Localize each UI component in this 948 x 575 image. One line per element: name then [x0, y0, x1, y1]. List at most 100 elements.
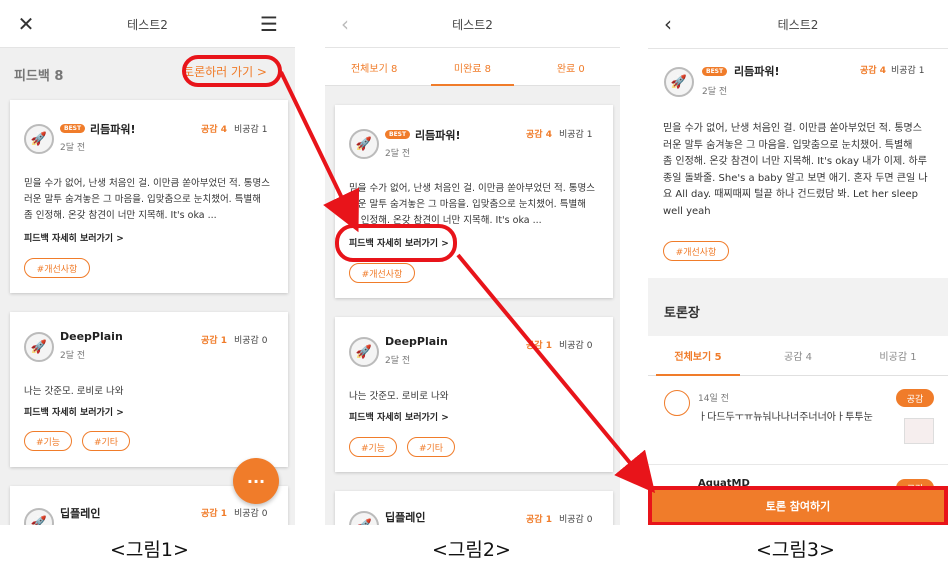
tag-chip[interactable]: #기타	[407, 437, 455, 457]
tag-chip[interactable]: #기능	[349, 437, 397, 457]
disagree-count: 비공감 0	[234, 336, 268, 346]
user-name: 리듬파워!	[90, 123, 136, 136]
tag-chip[interactable]: #기타	[82, 431, 130, 451]
post-body: 믿을 수가 없어, 난생 처음인 걸. 이만큼 쏟아부었던 적. 통명스 러운 …	[663, 121, 948, 220]
status-tabs: 전체보기 8 미완료 8 완료 0	[325, 48, 620, 86]
agree-count: 공감 1	[526, 515, 552, 525]
screen-1: ✕ 테스트2 ☰ 피드백 8 토론하러 가기 > 🚀 BEST 리듬파워! 2달…	[0, 0, 295, 525]
rocket-icon: 🚀	[349, 129, 379, 159]
highlight-go-debate	[182, 55, 282, 87]
best-badge: BEST	[385, 130, 411, 139]
caption-1: <그림1>	[110, 539, 189, 561]
body-line: 종일 돌봐줄. She's a baby 알고 보면 애기. 혼자 두면 큰일 …	[663, 172, 928, 184]
comment-time: 14일 전	[698, 394, 729, 404]
user-name: DeepPlain	[60, 330, 123, 343]
user-name: 리듬파워!	[734, 65, 780, 78]
screen-2: ‹ 테스트2 전체보기 8 미완료 8 완료 0 🚀 BEST 리듬파워! 2달…	[325, 0, 620, 525]
disagree-count: 비공감 1	[234, 125, 268, 135]
highlight-view-detail	[335, 224, 457, 262]
disagree-count: 비공감 0	[559, 341, 593, 351]
feedback-card[interactable]: 🚀 BEST 리듬파워! 2달 전 공감 4 비공감 1 믿을 수가 없어, 난…	[10, 100, 288, 293]
best-badge: BEST	[60, 124, 86, 133]
agree-count: 공감 4	[526, 130, 552, 140]
feedback-body: 나는 갓준모. 로비로 나와	[24, 384, 286, 400]
tab-all[interactable]: 전체보기 5	[648, 336, 748, 376]
feedback-body: 믿을 수가 없어, 난생 처음인 걸. 이만큼 쏟아부었던 적. 통명스 러운 …	[24, 176, 286, 224]
caption-2: <그림2>	[432, 539, 511, 561]
user-name: DeepPlain	[385, 335, 448, 348]
tab-incomplete[interactable]: 미완료 8	[423, 48, 521, 86]
body-line: 나는 갓준모. 로비로 나와	[24, 386, 124, 397]
body-line: 좀 인정해. 온갖 참견이 너만 지목해. It's oka ...	[24, 210, 217, 221]
rocket-icon: 🚀	[24, 508, 54, 525]
debate-title: 토론장	[664, 306, 700, 321]
thumbnail-image[interactable]	[904, 418, 934, 444]
page-title: 테스트2	[127, 18, 168, 32]
tag-chip[interactable]: #개선사항	[24, 258, 90, 278]
best-badge: BEST	[702, 67, 728, 76]
post-time: 2달 전	[385, 356, 411, 366]
feedback-card[interactable]: 🚀 DeepPlain 2달 전 공감 1 비공감 0 나는 갓준모. 로비로 …	[335, 317, 613, 472]
comment-text: ㅏ다드두ㅜㅠ뉴눠나나너주너너아ㅏ투투눈	[698, 412, 873, 423]
avatar	[664, 390, 690, 416]
chat-fab-button[interactable]: ···	[233, 458, 279, 504]
divider	[648, 48, 948, 49]
body-line: 좀 인정해. 온갖 참견이 너만 지목해. It's okay 내가 이제. 하…	[663, 156, 927, 167]
caption-3: <그림3>	[756, 539, 835, 561]
tag-chip[interactable]: #기능	[24, 431, 72, 451]
view-detail-link[interactable]: 피드백 자세히 보러가기 >	[24, 231, 124, 244]
view-detail-link[interactable]: 피드백 자세히 보러가기 >	[349, 410, 449, 423]
debate-header: 토론장	[648, 288, 948, 336]
user-name: 리듬파워!	[415, 129, 461, 142]
user-name: 딥플레인	[385, 511, 426, 524]
body-line: 러운 말투 숨겨놓은 그 마음을. 입맞춤으로 눈치챘어. 특별해	[24, 194, 261, 205]
feedback-card[interactable]: 🚀 DeepPlain 2달 전 공감 1 비공감 0 나는 갓준모. 로비로 …	[10, 312, 288, 467]
post-time: 2달 전	[60, 351, 86, 361]
menu-icon[interactable]: ☰	[257, 12, 281, 36]
feedback-count: 피드백 8	[14, 69, 64, 84]
body-line: 믿을 수가 없어, 난생 처음인 걸. 이만큼 쏟아부었던 적. 통명스	[349, 183, 595, 194]
rocket-icon: 🚀	[349, 337, 379, 367]
agree-count: 공감 1	[201, 509, 227, 519]
disagree-count: 비공감 1	[559, 130, 593, 140]
body-line: 러운 말투 숨겨놓은 그 마음을. 입맞춤으로 눈치챘어. 특별해	[349, 199, 586, 210]
disagree-count: 비공감 0	[234, 509, 268, 519]
post-time: 2달 전	[60, 143, 86, 153]
divider	[648, 464, 948, 465]
divider	[648, 278, 948, 288]
body-line: 믿을 수가 없어, 난생 처음인 걸. 이만큼 쏟아부었던 적. 통명스	[663, 123, 922, 134]
join-debate-button[interactable]: 토론 참여하기	[648, 486, 948, 525]
rocket-icon: 🚀	[24, 332, 54, 362]
tab-complete[interactable]: 완료 0	[522, 48, 620, 85]
tab-agree[interactable]: 공감 4	[748, 336, 848, 375]
body-line: well yeah	[663, 205, 711, 217]
rocket-icon: 🚀	[349, 511, 379, 525]
tab-disagree[interactable]: 비공감 1	[848, 336, 948, 375]
rocket-icon: 🚀	[664, 67, 694, 97]
view-detail-link[interactable]: 피드백 자세히 보러가기 >	[24, 405, 124, 418]
agree-badge: 공감	[896, 389, 934, 407]
feedback-card[interactable]: 🚀 BEST 리듬파워! 2달 전 공감 4 비공감 1 믿을 수가 없어, 난…	[335, 105, 613, 298]
tag-chip[interactable]: #개선사항	[663, 241, 729, 261]
feedback-body: 믿을 수가 없어, 난생 처음인 걸. 이만큼 쏟아부었던 적. 통명스 러운 …	[349, 181, 611, 229]
join-debate-label: 토론 참여하기	[765, 500, 831, 513]
agree-count: 공감 1	[526, 341, 552, 351]
post-time: 2달 전	[702, 87, 728, 97]
body-line: 나는 갓준모. 로비로 나와	[349, 391, 449, 402]
user-name: 딥플레인	[60, 507, 101, 520]
feedback-card[interactable]: 🚀 딥플레인 공감 1 비공감 0	[335, 491, 613, 525]
post-time: 2달 전	[385, 149, 411, 159]
screen-3: ‹ 테스트2 🚀 BEST 리듬파워! 2달 전 공감 4 비공감 1 믿을 수…	[648, 0, 948, 525]
top-bar: ‹ 테스트2	[648, 0, 948, 48]
disagree-count: 비공감 0	[559, 515, 593, 525]
disagree-count: 비공감 1	[891, 66, 925, 76]
agree-count: 공감 4	[860, 66, 886, 76]
agree-count: 공감 4	[201, 125, 227, 135]
page-title: 테스트2	[777, 18, 819, 32]
tab-all[interactable]: 전체보기 8	[325, 48, 423, 85]
agree-count: 공감 1	[201, 336, 227, 346]
feedback-body: 나는 갓준모. 로비로 나와	[349, 389, 611, 405]
top-bar: ✕ 테스트2 ☰	[0, 0, 295, 48]
body-line: 러운 말투 숨겨놓은 그 마음을. 입맞춤으로 눈치챘어. 특별해	[663, 139, 913, 151]
tag-chip[interactable]: #개선사항	[349, 263, 415, 283]
